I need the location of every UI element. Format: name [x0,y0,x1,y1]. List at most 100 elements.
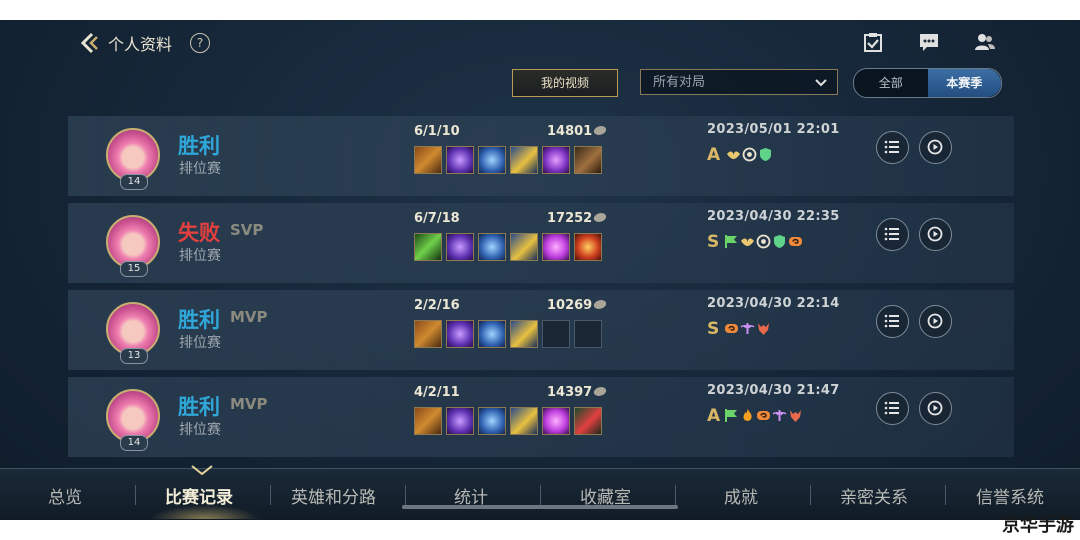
match-row[interactable]: 14 胜利 MVP 排位赛 4/2/11 14397 2023/04/30 21… [68,377,1014,457]
item-build [414,320,602,348]
performance-badge: MVP [230,395,268,413]
match-grade: S [707,319,720,339]
swirl-medal-icon [789,237,802,246]
replay-button[interactable] [919,218,952,251]
medal-list [724,234,803,249]
item-slot [574,146,602,174]
match-grade: A [707,406,721,426]
tab-match-history[interactable]: 比赛记录 [165,483,233,508]
help-icon[interactable]: ? [190,33,211,53]
hero-level: 14 [120,174,148,190]
details-button[interactable] [876,305,909,338]
gold-amount: 17252 [547,211,593,226]
active-tab-indicator-icon [191,465,213,475]
angel-medal-icon [740,323,755,334]
shield-medal-icon [760,148,771,161]
gold-coin-icon [592,126,608,135]
header-back[interactable]: 个人资料 ? [78,31,211,55]
nav-divider [675,485,676,505]
details-button[interactable] [876,131,909,164]
match-time: 2023/04/30 22:35 [707,209,840,224]
chat-icon[interactable] [918,31,940,53]
kda: 4/2/11 [414,385,460,400]
wings-medal-icon [741,238,754,246]
gold-amount: 14397 [547,385,593,400]
match-row[interactable]: 15 失败 SVP 排位赛 6/7/18 17252 2023/04/30 22… [68,203,1014,283]
gold-coin-icon [592,213,608,222]
task-checklist-icon[interactable] [862,31,884,53]
friends-icon[interactable] [974,31,996,53]
home-indicator[interactable] [402,505,678,509]
match-row[interactable]: 14 胜利 排位赛 6/1/10 14801 2023/05/01 22:01 … [68,116,1014,196]
tab-relationships[interactable]: 亲密关系 [840,483,908,508]
item-slot [510,146,538,174]
item-slot [414,320,442,348]
match-grade: S [707,232,720,252]
item-slot [446,233,474,261]
match-row[interactable]: 13 胜利 MVP 排位赛 2/2/16 10269 2023/04/30 22… [68,290,1014,370]
replay-button[interactable] [919,131,952,164]
item-slot [414,407,442,435]
item-slot [478,233,506,261]
toggle-all[interactable]: 全部 [854,69,928,97]
shield-medal-icon [774,235,785,248]
match-mode: 排位赛 [179,248,221,264]
bottom-nav: 总览 比赛记录 英雄和分路 统计 收藏室 成就 亲密关系 信誉系统 [0,465,1080,520]
item-slot [414,146,442,174]
replay-icon [927,226,943,242]
list-icon [884,401,899,415]
replay-icon [927,400,943,416]
back-arrow-icon[interactable] [78,32,100,54]
replay-icon [927,313,943,329]
tab-achievements[interactable]: 成就 [724,483,758,508]
hero-level: 14 [120,435,148,451]
swirl-medal-icon [725,324,738,333]
wings-medal-icon [727,151,740,159]
replay-icon [927,139,943,155]
match-mode: 排位赛 [179,422,221,438]
match-result: 胜利 [178,395,220,419]
nav-divider [135,485,136,505]
flag-medal-icon [725,409,737,422]
demon-medal-icon [790,410,801,422]
target-medal-icon [756,234,771,249]
item-slot [574,233,602,261]
season-toggle[interactable]: 全部 本赛季 [853,68,1002,98]
item-slot [510,407,538,435]
medal-list [726,147,773,162]
flag-medal-icon [725,235,737,248]
tab-overview[interactable]: 总览 [48,483,82,508]
replay-button[interactable] [919,392,952,425]
kda: 6/1/10 [414,124,460,139]
toggle-current-season[interactable]: 本赛季 [927,69,1001,97]
swirl-medal-icon [757,411,770,420]
item-slot [414,233,442,261]
replay-button[interactable] [919,305,952,338]
item-slot [542,407,570,435]
match-type-dropdown[interactable]: 所有对局 [640,69,838,95]
tab-credit-system[interactable]: 信誉系统 [976,483,1044,508]
match-mode: 排位赛 [179,335,221,351]
nav-divider [810,485,811,505]
match-type-value: 所有对局 [653,75,706,90]
details-button[interactable] [876,218,909,251]
item-build [414,407,602,435]
item-slot [478,320,506,348]
tab-heroes-lanes[interactable]: 英雄和分路 [291,483,376,508]
nav-divider [405,485,406,505]
chevron-down-icon [815,79,827,87]
hero-avatar: 14 [106,389,160,451]
performance-badge: SVP [230,221,264,239]
nav-divider [945,485,946,505]
my-videos-button[interactable]: 我的视频 [512,69,618,97]
hero-avatar: 15 [106,215,160,277]
hero-level: 13 [120,348,148,364]
details-button[interactable] [876,392,909,425]
fire-medal-icon [743,409,752,421]
match-time: 2023/04/30 21:47 [707,383,840,398]
item-slot [446,146,474,174]
gold-amount: 14801 [547,124,593,139]
watermark: 京华手游 [1002,515,1074,536]
match-grade: A [707,145,721,165]
medal-list [724,321,771,336]
